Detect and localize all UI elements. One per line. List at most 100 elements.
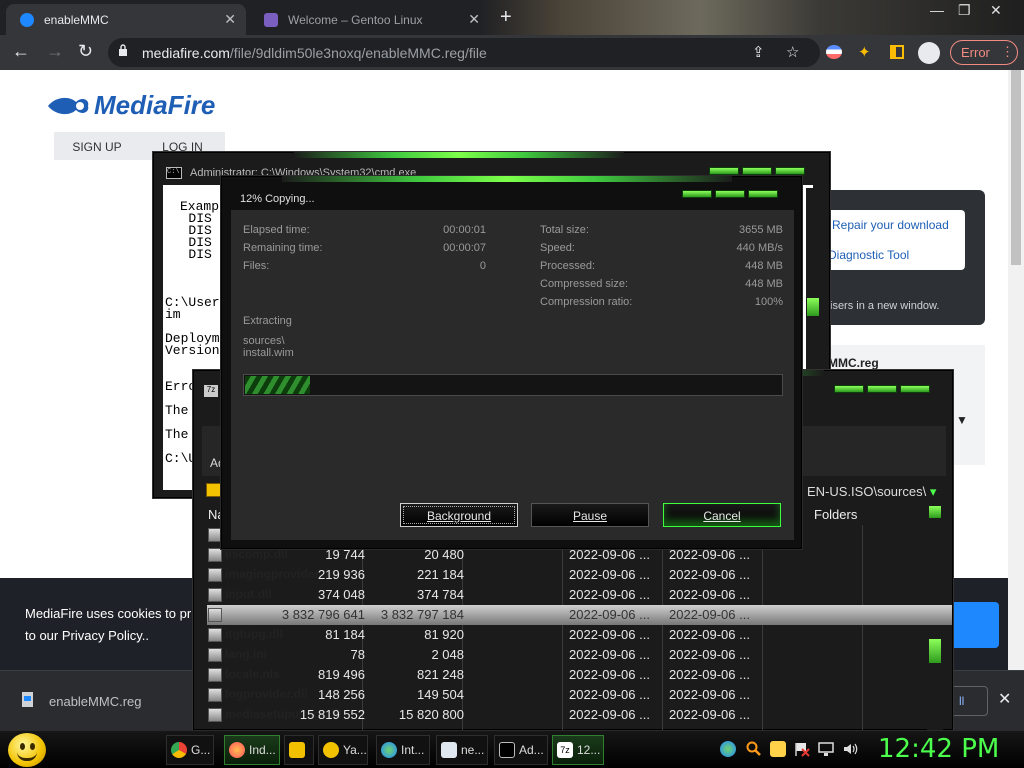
packed-size: 3 832 797 184 <box>380 607 464 622</box>
tray-flag-icon[interactable] <box>794 741 810 757</box>
close-icon[interactable]: ✕ <box>224 11 236 28</box>
packed-size: 2 048 <box>431 647 464 662</box>
scrollbar-thumb[interactable] <box>1011 70 1021 265</box>
file-name: logprovider.dll <box>225 687 308 701</box>
table-row[interactable]: lang.ini 78 2 048 2022-09-06 ... 2022-09-06 … <box>207 645 952 665</box>
window-close-icon[interactable]: ✕ <box>990 2 1002 19</box>
more-menu-icon[interactable]: ⋮ <box>1001 44 1014 60</box>
7zip-window-buttons[interactable] <box>834 385 930 393</box>
table-row[interactable]: logprovider.dll 148 256 149 504 2022-09-06 … <box>207 685 952 705</box>
extension-flag-icon[interactable] <box>826 45 842 59</box>
forward-icon[interactable]: → <box>46 41 64 62</box>
remaining-label: Remaining time: <box>243 242 323 254</box>
maximize-icon[interactable] <box>742 167 772 175</box>
table-row[interactable]: itgtupg.dll 81 184 81 920 2022-09-06 ... 202… <box>207 625 952 645</box>
created-date: 2022-09-06 ... <box>669 647 750 662</box>
internet-icon <box>381 742 397 758</box>
close-icon[interactable]: ✕ <box>468 11 480 28</box>
taskbar-item-firefox[interactable]: Ind... <box>224 735 280 765</box>
taskbar-clock[interactable]: 12:42 PM <box>878 734 999 764</box>
file-size: 148 256 <box>318 687 365 702</box>
taskbar-item-7zip[interactable]: 7z 12... <box>552 735 604 765</box>
path-bar[interactable]: EN-US.ISO\sources\ ▾ <box>805 481 943 503</box>
back-icon[interactable]: ← <box>12 41 30 62</box>
repair-download-link[interactable]: Repair your download <box>832 218 949 232</box>
file-download-icon <box>22 692 33 707</box>
scroll-up-icon[interactable] <box>929 506 941 518</box>
cancel-button[interactable]: Cancel <box>663 503 781 527</box>
created-date: 2022-09-06 ... <box>669 607 750 622</box>
nls-file-icon <box>208 668 222 682</box>
dropdown-caret-icon[interactable]: ▼ <box>956 413 968 427</box>
tray-app-icon[interactable] <box>770 741 786 757</box>
reload-icon[interactable]: ↻ <box>78 41 93 62</box>
pause-button[interactable]: Pause <box>531 503 649 527</box>
mediafire-logo[interactable]: MediaFire <box>46 90 215 121</box>
table-row[interactable]: imagingprovider.dll 219 936 221 184 2022-09… <box>207 565 952 585</box>
tab-gentoo[interactable]: Welcome – Gentoo Linux ✕ <box>250 4 490 35</box>
tray-network-globe-icon[interactable] <box>720 741 736 757</box>
tray-volume-icon[interactable] <box>842 741 858 757</box>
table-row[interactable]: locale.nls 819 496 821 248 2022-09-06 ... 20… <box>207 665 952 685</box>
column-header-folders[interactable]: Folders <box>814 507 857 525</box>
new-tab-icon[interactable]: + <box>500 6 512 29</box>
tab-enablemmc[interactable]: enableMMC ✕ <box>6 4 246 35</box>
close-icon[interactable] <box>775 167 805 175</box>
extensions-puzzle-icon[interactable]: ✦ <box>858 43 871 61</box>
extract-progress-dialog[interactable]: 12% Copying... Elapsed time: 00:00:01 Re… <box>221 176 802 549</box>
scrollbar-thumb[interactable] <box>807 298 819 316</box>
compressed-size-value: 448 MB <box>745 278 783 290</box>
elapsed-value: 00:00:01 <box>443 224 486 236</box>
side-panel-icon[interactable] <box>890 45 904 59</box>
address-bar[interactable]: mediafire.com/file/9dldim50le3noxq/enabl… <box>108 38 820 67</box>
minimize-icon[interactable] <box>834 385 864 393</box>
download-filename[interactable]: enableMMC.reg <box>49 694 142 709</box>
dialog-title: 12% Copying... <box>240 193 315 205</box>
error-button[interactable]: Error ⋮ <box>950 40 1018 65</box>
taskbar-item-cmd[interactable]: Ad... <box>494 735 548 765</box>
created-date: 2022-09-06 ... <box>669 667 750 682</box>
table-row[interactable]: input.dll 374 048 374 784 2022-09-06 ... 202… <box>207 585 952 605</box>
created-date: 2022-09-06 ... <box>669 707 750 722</box>
taskbar-item-internet[interactable]: Int... <box>376 735 430 765</box>
maximize-icon[interactable] <box>867 385 897 393</box>
path-dropdown-icon[interactable]: ▾ <box>930 484 937 499</box>
taskbar-item-explorer[interactable] <box>284 735 314 765</box>
start-button-smiley-icon[interactable] <box>8 733 46 767</box>
taskbar-item-notepad[interactable]: ne... <box>436 735 488 765</box>
diagnostic-tool-link[interactable]: Diagnostic Tool <box>828 248 909 262</box>
table-row[interactable]: mediasetupuimgr.dll 15 819 552 15 820 800 2… <box>207 705 952 725</box>
created-date: 2022-09-06 ... <box>669 547 750 562</box>
up-folder-icon[interactable] <box>206 483 222 497</box>
created-date: 2022-09-06 ... <box>669 587 750 602</box>
table-row-selected[interactable]: 3 832 796 641 3 832 797 184 2022-09-06 ...… <box>207 605 952 625</box>
browser-toolbar: ← → ↻ mediafire.com/file/9dldim50le3noxq… <box>0 35 1024 70</box>
progress-bar-fill <box>245 376 310 394</box>
tab-title: Welcome – Gentoo Linux <box>288 12 423 27</box>
taskbar-item-yahoo[interactable]: Ya... <box>318 735 368 765</box>
smiley-eye <box>20 743 25 750</box>
minimize-icon[interactable] <box>682 190 712 198</box>
taskbar-item-chrome[interactable]: G... <box>166 735 214 765</box>
page-scrollbar[interactable] <box>1008 70 1024 670</box>
close-download-bar-icon[interactable]: ✕ <box>998 689 1011 709</box>
modified-date: 2022-09-06 ... <box>569 687 650 702</box>
close-icon[interactable] <box>748 190 778 198</box>
profile-avatar-icon[interactable] <box>918 42 940 64</box>
background-button[interactable]: Background <box>400 503 518 527</box>
dialog-window-buttons[interactable] <box>682 190 778 198</box>
cmd-window-buttons[interactable] <box>709 167 805 175</box>
maximize-icon[interactable]: ❐ <box>958 2 971 19</box>
privacy-policy-text[interactable]: to our Privacy Policy.. <box>25 628 149 643</box>
close-icon[interactable] <box>900 385 930 393</box>
minimize-icon[interactable] <box>709 167 739 175</box>
tray-search-icon[interactable] <box>746 741 762 757</box>
minimize-icon[interactable]: — <box>930 2 944 18</box>
share-icon[interactable]: ⇪ <box>752 43 765 61</box>
notepad-icon <box>441 742 457 758</box>
bookmark-star-icon[interactable]: ☆ <box>786 43 799 61</box>
tray-network-icon[interactable] <box>818 741 834 757</box>
maximize-icon[interactable] <box>715 190 745 198</box>
file-size: 374 048 <box>318 587 365 602</box>
sign-up-button[interactable]: SIGN UP <box>54 132 140 160</box>
